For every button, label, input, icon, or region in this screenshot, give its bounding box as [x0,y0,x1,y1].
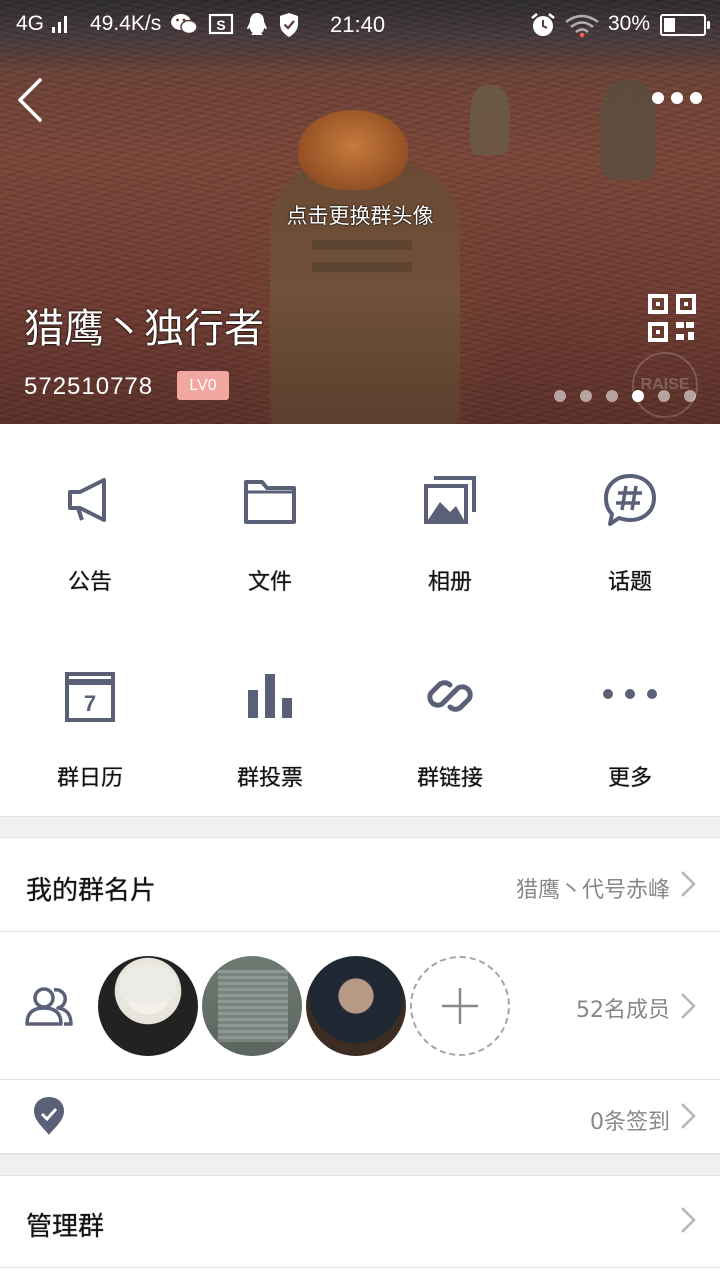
banner-figure [600,80,656,180]
feature-label: 群链接 [416,766,483,791]
my-group-card-label: 我的群名片 [26,876,157,906]
feature-announcement[interactable]: 公告 [0,424,180,620]
check-badge-icon [34,1097,64,1135]
back-arrow-icon[interactable] [14,76,54,124]
feature-link[interactable]: 群链接 [360,620,540,816]
members-icon [25,987,73,1026]
feature-label: 群日历 [56,766,123,791]
carousel-dot[interactable] [658,390,670,402]
folder-icon [244,480,296,524]
feature-files[interactable]: 文件 [180,424,360,620]
status-bar: 4G 49.4K/s S 21:40 30% [0,0,720,50]
watermark-logo: RAISE [632,352,698,418]
battery-icon [660,14,710,36]
alarm-icon [531,13,555,36]
signal-icon [52,15,67,33]
chevron-right-icon [681,1103,696,1129]
member-count: 52名成员 [576,998,670,1023]
more-options-icon[interactable] [652,92,702,104]
network-speed: 49.4K/s [90,12,162,35]
my-group-card-value: 猎鹰丶代号赤峰 [515,878,670,903]
carousel-dot[interactable] [632,390,644,402]
manage-group-label: 管理群 [26,1212,105,1242]
carousel-dot[interactable] [684,390,696,402]
banner-detail [312,262,412,272]
member-avatar[interactable] [306,956,406,1056]
link-icon [427,680,473,712]
qq-icon [247,13,267,35]
members-row[interactable]: 52名成员 [0,932,720,1080]
plus-icon [442,988,478,1024]
member-avatar[interactable] [98,956,198,1056]
photo-album-icon [424,476,476,524]
level-badge: LV0 [177,371,229,400]
carousel-dot[interactable] [554,390,566,402]
add-member-button[interactable] [410,956,510,1056]
chevron-right-icon [681,871,696,897]
banner-figure [470,85,510,155]
svg-text:S: S [216,17,225,33]
group-header-banner[interactable]: RAISE 4G 49.4K/s S 21:40 30% 点击更换群头像 猎鹰丶… [0,0,720,424]
feature-calendar[interactable]: 7 群日历 [0,620,180,816]
feature-topics[interactable]: 话题 [540,424,720,620]
chevron-right-icon [681,993,696,1019]
feature-grid: 公告 文件 相册 话题 7 群日历 群投票 群链接 更多 [0,424,720,816]
change-avatar-hint[interactable]: 点击更换群头像 [0,200,720,230]
feature-label: 公告 [67,570,112,595]
wechat-icon [171,14,198,35]
network-type: 4G [16,12,45,35]
battery-fill [664,18,676,32]
screenshot-icon: S [208,13,234,35]
checkin-count: 0条签到 [590,1110,670,1135]
section-divider [0,1154,720,1176]
carousel-dot[interactable] [606,390,618,402]
battery-percent: 30% [608,12,651,35]
wifi-icon [565,14,599,38]
feature-label: 群投票 [236,766,303,791]
hashtag-bubble-icon [604,474,656,526]
clock: 21:40 [330,12,386,37]
member-avatar[interactable] [202,956,302,1056]
banner-character-head [298,110,408,190]
calendar-icon: 7 [65,672,115,722]
checkin-row[interactable]: 0条签到 [0,1080,720,1154]
carousel-indicator[interactable] [554,390,696,402]
feature-label: 相册 [427,570,472,595]
qr-code-icon[interactable] [648,294,696,342]
feature-album[interactable]: 相册 [360,424,540,620]
calendar-day: 7 [84,691,96,716]
megaphone-icon [68,478,106,522]
banner-detail [312,240,412,250]
feature-label: 话题 [607,570,652,595]
section-divider [0,816,720,838]
feature-vote[interactable]: 群投票 [180,620,360,816]
manage-group-row[interactable]: 管理群 [0,1176,720,1268]
group-id: 572510778 [24,373,154,400]
more-dots-icon [603,689,657,699]
group-name: 猎鹰丶独行者 [24,306,264,352]
my-group-card-row[interactable]: 我的群名片 猎鹰丶代号赤峰 [0,838,720,932]
chevron-right-icon [681,1207,696,1233]
feature-label: 更多 [607,766,652,791]
feature-label: 文件 [247,570,292,595]
shield-icon [280,13,298,37]
feature-more[interactable]: 更多 [540,620,720,816]
carousel-dot[interactable] [580,390,592,402]
bar-chart-icon [248,674,292,718]
